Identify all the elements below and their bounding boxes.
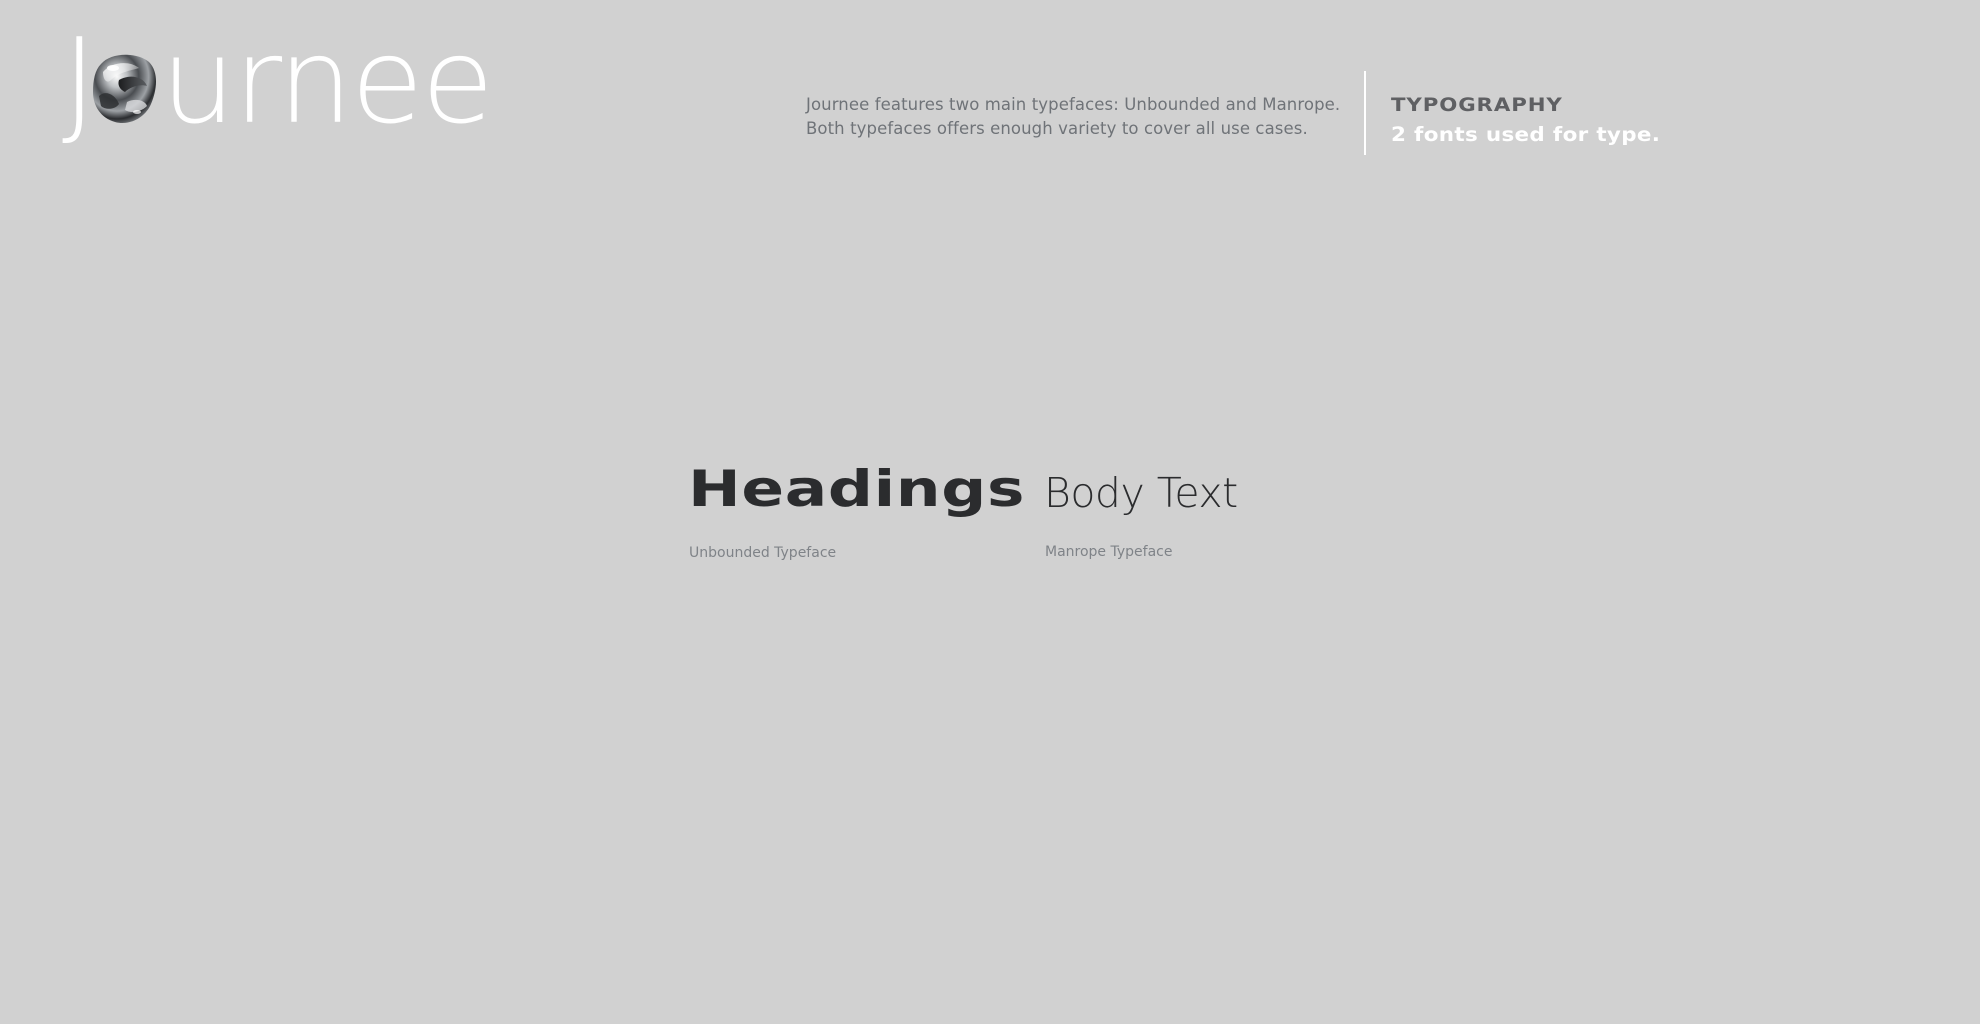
vertical-divider [1364,71,1366,155]
body-text-specimen: Body Text [1044,469,1238,517]
section-subtitle: 2 fonts used for type. [1391,123,1661,146]
body-typeface-caption: Manrope Typeface [1045,544,1173,560]
headings-specimen: Headings [688,460,1026,518]
journee-logo: J urnee [62,12,494,162]
logo-letters-urnee: urnee [160,12,494,150]
section-title: TYPOGRAPHY [1391,94,1563,116]
chrome-blob-icon [89,50,159,126]
typography-description: Journee features two main typefaces: Unb… [806,95,1341,138]
headings-typeface-caption: Unbounded Typeface [689,545,837,561]
